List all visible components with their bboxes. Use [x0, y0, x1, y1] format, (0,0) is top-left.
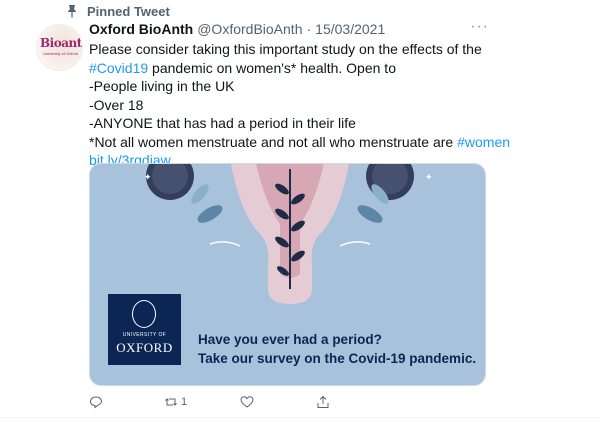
- tweet-text: Please consider taking this important st…: [89, 40, 510, 170]
- retweet-count: 1: [181, 396, 188, 408]
- svg-text:✦: ✦: [144, 173, 152, 183]
- tweet-header: Oxford BioAnth @OxfordBioAnth · 15/03/20…: [89, 21, 385, 37]
- tweet-line-2-text: pandemic on women's* health. Open to: [148, 59, 396, 76]
- tweet-line-2: #Covid19 pandemic on women's* health. Op…: [89, 59, 489, 78]
- hashtag-women[interactable]: #women: [457, 134, 510, 150]
- share-icon: [317, 395, 329, 408]
- author-display-name[interactable]: Oxford BioAnth: [89, 21, 193, 37]
- tweet-line-1: Please consider taking this important st…: [89, 41, 482, 57]
- retweet-button[interactable]: 1: [164, 395, 187, 409]
- survey-caption: Have you ever had a period? Take our sur…: [198, 330, 476, 368]
- tweet-media-image[interactable]: ✦ ✦ UNIVERSITY OF OXFORD Have you ever h…: [89, 163, 486, 386]
- tweet-line-6-text: *Not all women menstruate and not all wh…: [89, 133, 458, 150]
- tweet-actions: 1: [89, 395, 349, 411]
- tweet-divider: [0, 417, 600, 418]
- tweet-line-5: -ANYONE that has had a period in their l…: [89, 115, 356, 131]
- oxford-logo-university: UNIVERSITY OF: [122, 332, 167, 338]
- survey-line-2: Take our survey on the Covid-19 pandemic…: [198, 351, 477, 366]
- tweet-date[interactable]: 15/03/2021: [315, 21, 385, 37]
- more-options-button[interactable]: ···: [470, 18, 489, 36]
- survey-line-1: Have you ever had a period?: [198, 332, 382, 347]
- svg-text:✦: ✦: [425, 173, 433, 183]
- heart-icon: [240, 396, 254, 408]
- author-handle[interactable]: @OxfordBioAnth: [197, 21, 302, 37]
- oxford-crest-icon: [132, 300, 156, 328]
- pinned-label: Pinned Tweet: [87, 3, 170, 19]
- avatar-logo-subtitle: University of Oxford: [43, 51, 79, 56]
- retweet-icon: [165, 398, 177, 406]
- share-button[interactable]: [316, 395, 333, 409]
- header-separator: ·: [306, 21, 312, 37]
- pinned-indicator: Pinned Tweet: [65, 2, 170, 20]
- avatar-logo: Bioanth: [40, 36, 82, 50]
- reply-icon: [89, 396, 103, 409]
- tweet-line-3: -People living in the UK: [89, 78, 235, 94]
- avatar[interactable]: Bioanth University of Oxford: [36, 24, 83, 71]
- oxford-logo-name: OXFORD: [116, 340, 173, 355]
- pin-icon: [65, 4, 79, 18]
- tweet[interactable]: Pinned Tweet Bioanth University of Oxfor…: [0, 0, 600, 436]
- oxford-logo: UNIVERSITY OF OXFORD: [108, 294, 181, 365]
- tweet-line-6: *Not all women menstruate and not all wh…: [89, 133, 510, 152]
- reply-button[interactable]: [89, 395, 106, 409]
- tweet-line-4: -Over 18: [89, 96, 144, 113]
- hashtag-covid19[interactable]: #Covid19: [89, 60, 148, 76]
- like-button[interactable]: [240, 395, 257, 409]
